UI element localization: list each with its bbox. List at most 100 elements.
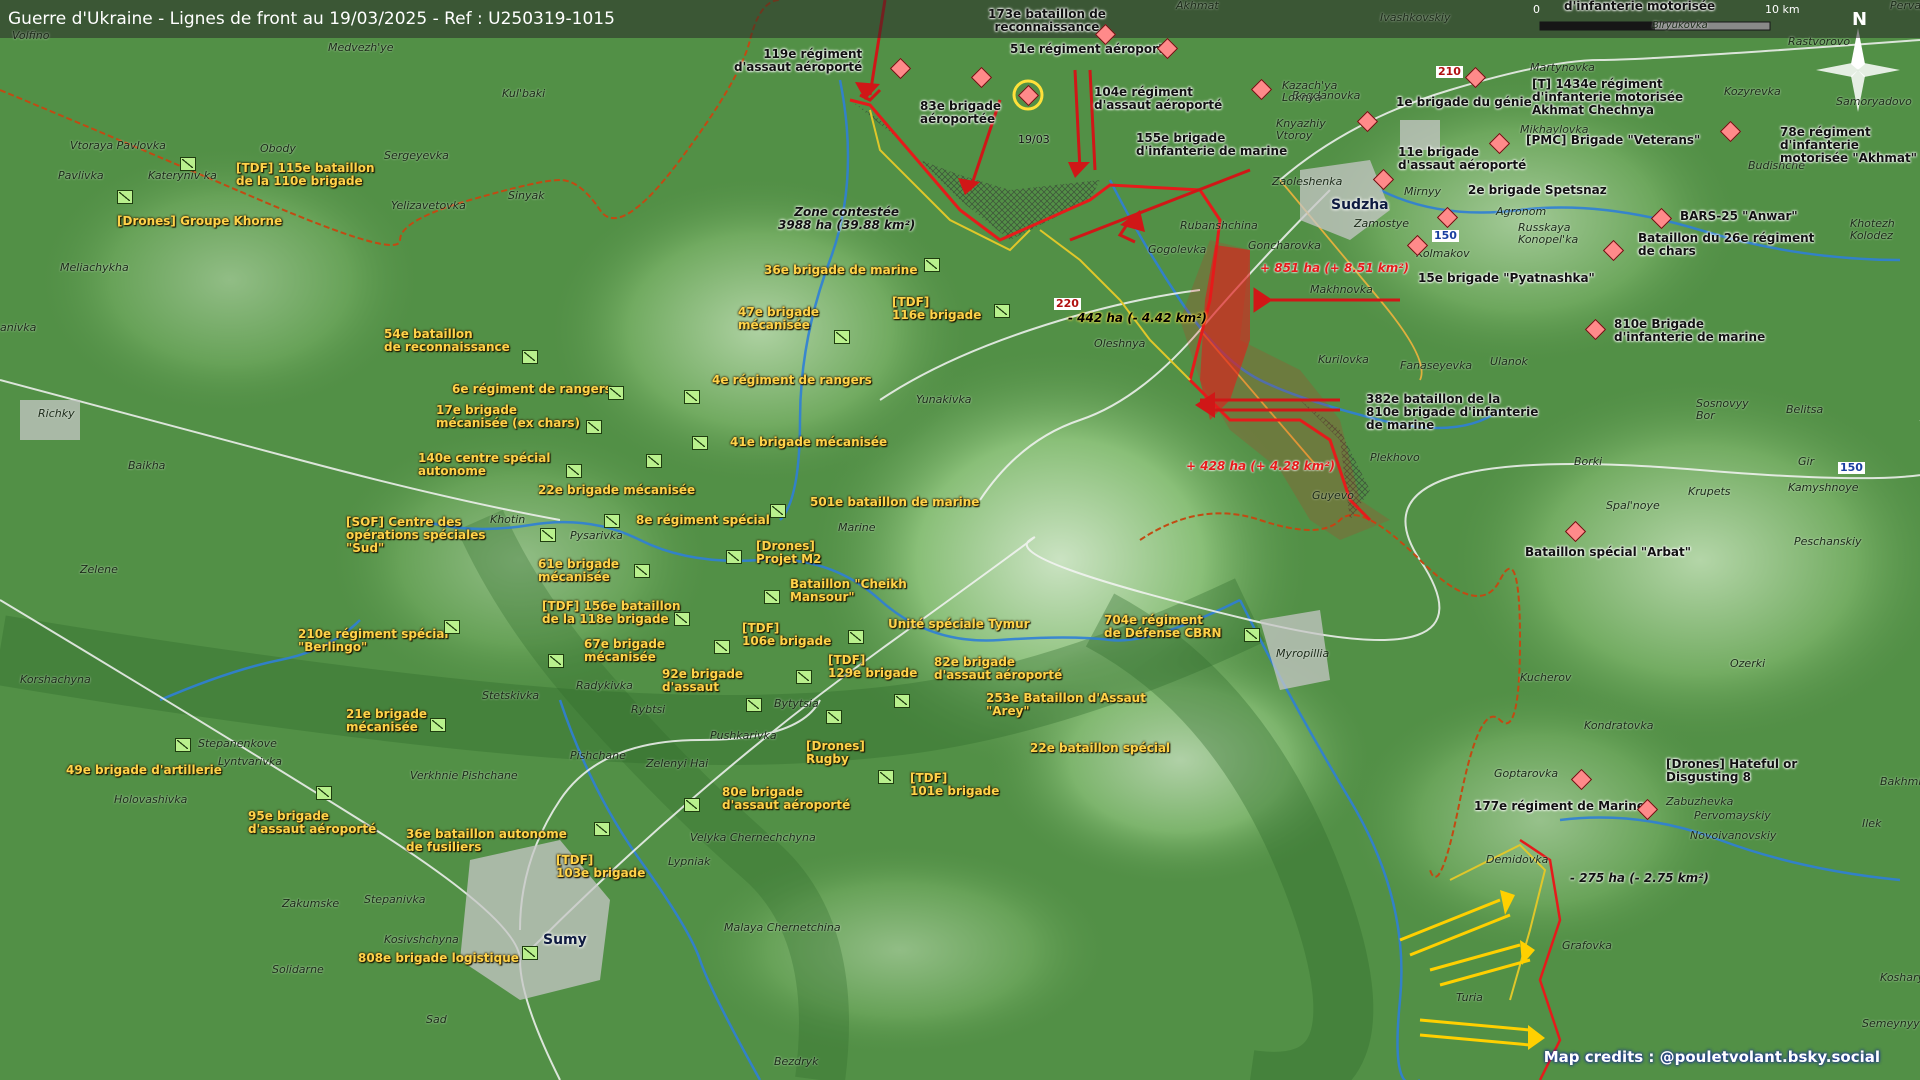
- unit-ua-156-symbol: [674, 612, 690, 626]
- area-gain-851: + 851 ha (+ 8.51 km²): [1260, 261, 1410, 275]
- town-akhmat: Akhmat: [1176, 0, 1219, 12]
- town-goncharovka: Goncharovka: [1248, 239, 1321, 252]
- town-pervomayskiy: Pervomayskiy: [1694, 809, 1771, 822]
- unit-ua-54-symbol: [522, 350, 538, 364]
- town-gogolevka: Gogolevka: [1148, 243, 1207, 256]
- unit-ua-501: 501e bataillon de marine: [810, 495, 980, 509]
- town-koshary: Koshary: [1880, 971, 1920, 984]
- unit-ua-61: 61e brigade mécanisée: [538, 557, 620, 585]
- town-zamostye: Zamostye: [1354, 217, 1410, 230]
- unit-ua-17: 17e brigade mécanisée (ex chars): [436, 403, 580, 431]
- unit-ua-36-marine-symbol: [924, 258, 940, 272]
- scale-zero: 0: [1533, 3, 1540, 16]
- unit-ua-95: 95e brigade d'assaut aéroporté: [248, 809, 377, 837]
- unit-ua-21: 21e brigade mécanisée: [346, 707, 428, 735]
- unit-ua-47: 47e brigade mécanisée: [738, 305, 820, 333]
- town-russkaya: Russkaya Konopel'ka: [1518, 221, 1579, 247]
- unit-ua-116: [TDF] 116e brigade: [892, 295, 982, 323]
- unit-ua-140-symbol: [566, 464, 582, 478]
- town-yunakivka: Yunakivka: [916, 393, 972, 406]
- unit-ru-top-partial: d'infanterie motorisée: [1564, 0, 1716, 13]
- town-lyntvarivka: Lyntvarivka: [218, 755, 282, 768]
- unit-ua-4r-symbol: [684, 390, 700, 404]
- town-zelene: Zelene: [80, 563, 118, 576]
- town-stetskivka: Stetskivka: [482, 689, 540, 702]
- unit-ua-101: [TDF] 101e brigade: [910, 771, 1000, 799]
- town-bezdryk: Bezdryk: [774, 1055, 819, 1068]
- town-bytytsia: Bytytsia: [774, 697, 819, 710]
- unit-ua-67: 67e brigade mécanisée: [584, 637, 666, 665]
- unit-ua-106: [TDF] 106e brigade: [742, 621, 832, 649]
- town-richky: Richky: [38, 407, 75, 420]
- area-loss-275: - 275 ha (- 2.75 km²): [1570, 871, 1709, 885]
- unit-ua-82-symbol: [894, 694, 910, 708]
- unit-ua-115: [TDF] 115e bataillon de la 110e brigade: [236, 161, 375, 189]
- town-marine: Marine: [838, 521, 876, 534]
- road-150-east: 150: [1838, 461, 1865, 475]
- unit-ua-140b-symbol: [646, 454, 662, 468]
- scale-10km: 10 km: [1765, 3, 1800, 16]
- unit-ua-rugby: [Drones] Rugby: [806, 739, 865, 767]
- town-kamyshnoye: Kamyshnoye: [1788, 481, 1859, 494]
- unit-ua-501-symbol: [770, 504, 786, 518]
- area-loss-442: - 442 ha (- 4.42 km²): [1068, 311, 1207, 325]
- unit-ua-129: [TDF] 129e brigade: [828, 653, 918, 681]
- unit-ua-cheikh-symbol: [764, 590, 780, 604]
- town-guyevo: Guyevo: [1312, 489, 1355, 502]
- unit-ru-hateful: [Drones] Hateful or Disgusting 8: [1666, 757, 1798, 785]
- town-peschanskiy: Peschanskiy: [1794, 535, 1862, 548]
- town-ivashkovskiy: Ivashkovskiy: [1380, 11, 1451, 24]
- town-grafovka: Grafovka: [1562, 939, 1613, 952]
- town-bakhmi: Bakhmi: [1880, 775, 1920, 788]
- town-sinyak: Sinyak: [508, 189, 545, 202]
- town-medvezhye: Medvezh'ye: [328, 41, 394, 54]
- unit-ua-8-symbol: [604, 514, 620, 528]
- town-sad: Sad: [426, 1013, 447, 1026]
- town-zelenyi-hai: Zelenyi Hai: [646, 757, 709, 770]
- town-holovashivka: Holovashivka: [114, 793, 188, 806]
- town-spalnoye: Spal'noye: [1606, 499, 1660, 512]
- unit-ru-810: 810e Brigade d'infanterie de marine: [1614, 317, 1766, 345]
- map-credits: Map credits : @pouletvolant.bsky.social: [1543, 1048, 1880, 1066]
- unit-ua-210: 210e régiment spécial "Berlingo": [298, 627, 449, 655]
- unit-ru-104: 104e régiment d'assaut aéroporté: [1094, 85, 1223, 113]
- town-obody: Obody: [260, 142, 296, 155]
- town-zakumske: Zakumske: [282, 897, 340, 910]
- town-demidovka: Demidovka: [1486, 853, 1549, 866]
- unit-ua-22b: 22e bataillon spécial: [1030, 741, 1171, 755]
- map-title: Guerre d'Ukraine - Lignes de front au 19…: [8, 9, 615, 29]
- town-pishchane: Pishchane: [570, 749, 626, 762]
- town-sosnovyy: Sosnovyy Bor: [1696, 397, 1749, 423]
- unit-ua-khorne: [Drones] Groupe Khorne: [117, 214, 283, 228]
- unit-ua-36b: 36e bataillon autonome de fusiliers: [406, 827, 567, 855]
- town-pushkarivka: Pushkarivka: [710, 729, 777, 742]
- town-rybtsi: Rybtsi: [631, 703, 666, 716]
- town-rubanshchina: Rubanshchina: [1180, 219, 1258, 232]
- road-150-north: 150: [1432, 229, 1459, 243]
- town-solidarne: Solidarne: [272, 963, 324, 976]
- town-krupets: Krupets: [1688, 485, 1731, 498]
- unit-ua-tymur-symbol: [848, 630, 864, 644]
- unit-ru-177: 177e régiment de Marine: [1474, 799, 1645, 813]
- town-katerynivka: Kateryniv ka: [148, 169, 217, 182]
- unit-ru-51: 51e régiment aéroporté: [1010, 42, 1172, 56]
- town-meliachykha: Meliachykha: [60, 261, 129, 274]
- unit-ua-21-symbol: [430, 718, 446, 732]
- town-ozerki: Ozerki: [1730, 657, 1766, 670]
- unit-ua-116-symbol: [994, 304, 1010, 318]
- town-pavlivka: Pavlivka: [58, 169, 104, 182]
- unit-ua-tymur: Unité spéciale Tymur: [888, 617, 1030, 631]
- unit-ua-67-symbol: [548, 654, 564, 668]
- unit-ua-80-symbol: [684, 798, 700, 812]
- unit-ua-49-symbol: [175, 738, 191, 752]
- unit-ua-95-symbol: [316, 786, 332, 800]
- town-goptarovka: Goptarovka: [1494, 767, 1559, 780]
- town-kucherov: Kucherov: [1520, 671, 1572, 684]
- unit-ua-m2-symbol: [726, 550, 742, 564]
- unit-ua-808: 808e brigade logistique: [358, 951, 519, 965]
- unit-ua-41: 41e brigade mécanisée: [730, 435, 888, 449]
- town-myropillia: Myropillia: [1276, 647, 1330, 660]
- town-pysarivka: Pysarivka: [570, 529, 623, 542]
- unit-ua-47-symbol: [834, 330, 850, 344]
- town-plekhovo: Plekhovo: [1370, 451, 1420, 464]
